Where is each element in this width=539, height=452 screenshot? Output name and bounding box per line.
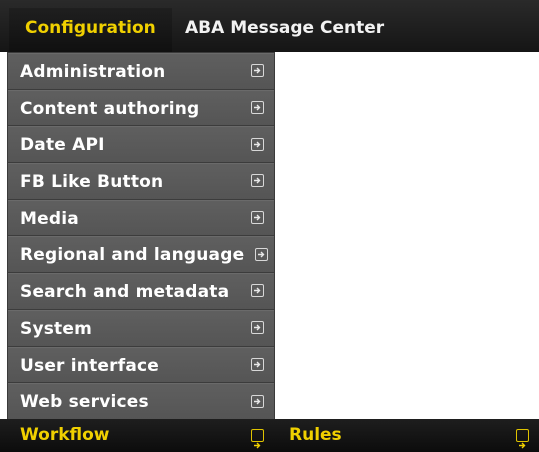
menu-item-media[interactable]: Media [8, 199, 274, 237]
toolbar-item-label: ABA Message Center [185, 18, 385, 38]
menu-item-label: User interface [20, 355, 159, 376]
menu-item-label: Regional and language [20, 245, 245, 266]
menu-item-label: Date API [20, 135, 105, 156]
menu-item-system[interactable]: System [8, 309, 274, 347]
menu-item-label: Workflow [20, 425, 110, 445]
arrow-into-box-icon [251, 137, 264, 151]
menu-item-label: FB Like Button [20, 172, 164, 193]
toolbar-item-aba-message-center[interactable]: ABA Message Center [169, 8, 400, 52]
menu-item-label: Rules [289, 425, 342, 445]
menu-item-user-interface[interactable]: User interface [8, 346, 274, 384]
arrow-into-box-icon [251, 321, 264, 335]
menu-item-search-and-metadata[interactable]: Search and metadata [8, 273, 274, 310]
arrow-into-box-icon [255, 247, 268, 261]
menu-item-regional-and-language[interactable]: Regional and language [8, 236, 274, 274]
toolbar-item-configuration[interactable]: Configuration [9, 8, 172, 52]
menu-item-web-services[interactable]: Web services [8, 383, 274, 420]
admin-menu-screen: Configuration ABA Message Center Adminis… [0, 0, 539, 452]
arrow-into-box-icon [251, 211, 264, 225]
arrow-into-box-icon [251, 101, 264, 115]
menu-item-label: System [20, 318, 93, 339]
menu-item-label: Content authoring [20, 98, 200, 119]
arrow-into-box-icon [251, 284, 264, 298]
menu-item-fb-like-button[interactable]: FB Like Button [8, 163, 274, 200]
active-menu-row: Workflow Rules [0, 419, 539, 452]
menu-item-label: Media [20, 208, 79, 229]
menu-item-label: Administration [20, 62, 166, 82]
menu-item-label: Web services [20, 392, 149, 413]
arrow-into-box-icon [251, 394, 264, 408]
arrow-into-box-icon [251, 357, 264, 371]
submenu-item-rules[interactable]: Rules [274, 419, 539, 452]
menu-item-workflow[interactable]: Workflow [8, 419, 274, 452]
toolbar-item-label: Configuration [25, 18, 156, 38]
menu-item-administration[interactable]: Administration [8, 53, 274, 90]
menu-item-content-authoring[interactable]: Content authoring [8, 89, 274, 127]
arrow-into-box-icon [251, 174, 264, 188]
arrow-into-box-icon [251, 428, 264, 448]
admin-toolbar: Configuration ABA Message Center [0, 0, 539, 52]
arrow-into-box-icon [251, 64, 264, 78]
menu-item-date-api[interactable]: Date API [8, 126, 274, 164]
configuration-dropdown: Administration Content authoring Date AP… [8, 53, 274, 420]
menu-item-label: Search and metadata [20, 282, 230, 303]
arrow-into-box-icon [516, 428, 529, 448]
